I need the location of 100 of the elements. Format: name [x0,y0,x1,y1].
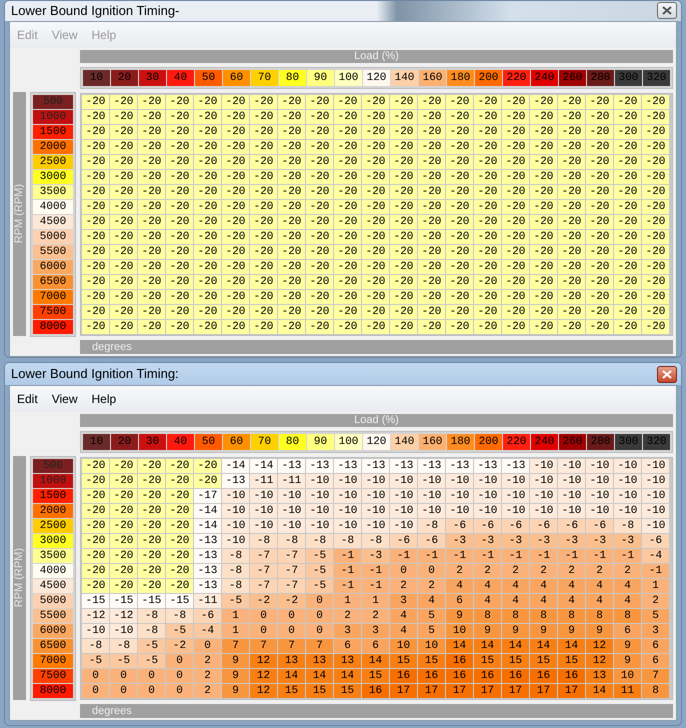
table-cell[interactable]: 16 [418,669,445,683]
table-cell[interactable]: -6 [390,534,417,548]
table-cell[interactable]: -8 [222,564,249,578]
table-cell[interactable]: -20 [222,320,249,334]
table-cell[interactable]: -2 [250,594,277,608]
table-cell[interactable]: -20 [390,274,417,288]
table-cell[interactable]: -20 [250,274,277,288]
table-cell[interactable]: 0 [166,684,193,698]
close-button[interactable] [657,2,677,20]
table-cell[interactable]: 17 [418,684,445,698]
table-cell[interactable]: 14 [502,639,529,653]
table-cell[interactable]: 1 [222,624,249,638]
table-cell[interactable]: -20 [362,124,389,138]
table-cell[interactable]: -20 [362,230,389,244]
table-cell[interactable]: 2 [558,564,585,578]
table-cell[interactable]: -20 [474,214,501,228]
table-cell[interactable]: -20 [138,579,165,593]
table-cell[interactable]: -20 [334,214,361,228]
table-cell[interactable]: -20 [334,260,361,274]
table-cell[interactable]: -20 [474,170,501,184]
table-cell[interactable]: -20 [82,534,109,548]
table-cell[interactable]: 7 [642,669,669,683]
table-cell[interactable]: -20 [390,304,417,318]
table-cell[interactable]: -20 [418,124,445,138]
table-cell[interactable]: -20 [530,244,557,258]
table-cell[interactable]: 15 [558,654,585,668]
table-cell[interactable]: -10 [222,489,249,503]
table-cell[interactable]: -20 [194,170,221,184]
table-cell[interactable]: 0 [306,609,333,623]
table-cell[interactable]: 11 [614,684,641,698]
table-cell[interactable]: -8 [362,534,389,548]
table-cell[interactable]: -20 [278,170,305,184]
table-cell[interactable]: -5 [82,654,109,668]
table-cell[interactable]: -20 [166,184,193,198]
table-cell[interactable]: -1 [446,549,473,563]
table-cell[interactable]: -10 [558,489,585,503]
table-cell[interactable]: -20 [194,94,221,108]
table-cell[interactable]: -20 [250,94,277,108]
table-cell[interactable]: 1 [222,609,249,623]
table-cell[interactable]: 15 [306,684,333,698]
table-cell[interactable]: -20 [138,154,165,168]
table-cell[interactable]: -10 [334,489,361,503]
table-cell[interactable]: -13 [194,549,221,563]
table-cell[interactable]: -20 [194,304,221,318]
table-cell[interactable]: -20 [502,230,529,244]
table-cell[interactable]: -8 [306,534,333,548]
table-cell[interactable]: -15 [166,594,193,608]
table-cell[interactable]: -20 [82,110,109,124]
table-cell[interactable]: -20 [614,170,641,184]
table-cell[interactable]: -20 [110,564,137,578]
table-cell[interactable]: -20 [362,94,389,108]
table-cell[interactable]: -20 [166,504,193,518]
table-cell[interactable]: -20 [558,124,585,138]
table-cell[interactable]: -20 [474,230,501,244]
table-cell[interactable]: 8 [474,609,501,623]
table-cell[interactable]: -20 [390,110,417,124]
table-cell[interactable]: -20 [558,184,585,198]
table-cell[interactable]: -8 [166,609,193,623]
table-cell[interactable]: -20 [558,94,585,108]
table-cell[interactable]: -20 [138,290,165,304]
table-cell[interactable]: -20 [418,200,445,214]
table-cell[interactable]: -10 [586,474,613,488]
table-cell[interactable]: 13 [334,654,361,668]
table-cell[interactable]: -20 [82,260,109,274]
table-cell[interactable]: -20 [418,94,445,108]
table-cell[interactable]: -20 [530,94,557,108]
table-cell[interactable]: 17 [446,684,473,698]
table-cell[interactable]: 2 [194,654,221,668]
table-cell[interactable]: -20 [362,244,389,258]
table-cell[interactable]: -20 [250,110,277,124]
table-cell[interactable]: 16 [446,654,473,668]
table-cell[interactable]: -8 [138,609,165,623]
table-cell[interactable]: 0 [390,564,417,578]
table-cell[interactable]: -20 [166,154,193,168]
table-cell[interactable]: 2 [194,684,221,698]
table-cell[interactable]: -20 [446,170,473,184]
table-cell[interactable]: -14 [194,519,221,533]
table-cell[interactable]: 9 [586,624,613,638]
table-cell[interactable]: -20 [446,304,473,318]
table-cell[interactable]: -20 [306,124,333,138]
table-cell[interactable]: -13 [390,459,417,473]
table-cell[interactable]: -11 [250,474,277,488]
table-cell[interactable]: -20 [278,320,305,334]
table-cell[interactable]: -1 [642,564,669,578]
table-cell[interactable]: -20 [138,184,165,198]
table-cell[interactable]: -10 [306,489,333,503]
table-cell[interactable]: -10 [502,489,529,503]
table-cell[interactable]: -20 [642,110,669,124]
table-cell[interactable]: -1 [558,549,585,563]
table-cell[interactable]: -20 [614,320,641,334]
table-cell[interactable]: -20 [446,320,473,334]
table-cell[interactable]: -20 [222,304,249,318]
table-cell[interactable]: -20 [418,260,445,274]
table-cell[interactable]: -10 [222,519,249,533]
table-cell[interactable]: -5 [306,579,333,593]
table-cell[interactable]: -5 [166,624,193,638]
table-cell[interactable]: -10 [222,534,249,548]
table-cell[interactable]: -20 [390,170,417,184]
table-cell[interactable]: -20 [614,290,641,304]
table-cell[interactable]: -20 [558,320,585,334]
